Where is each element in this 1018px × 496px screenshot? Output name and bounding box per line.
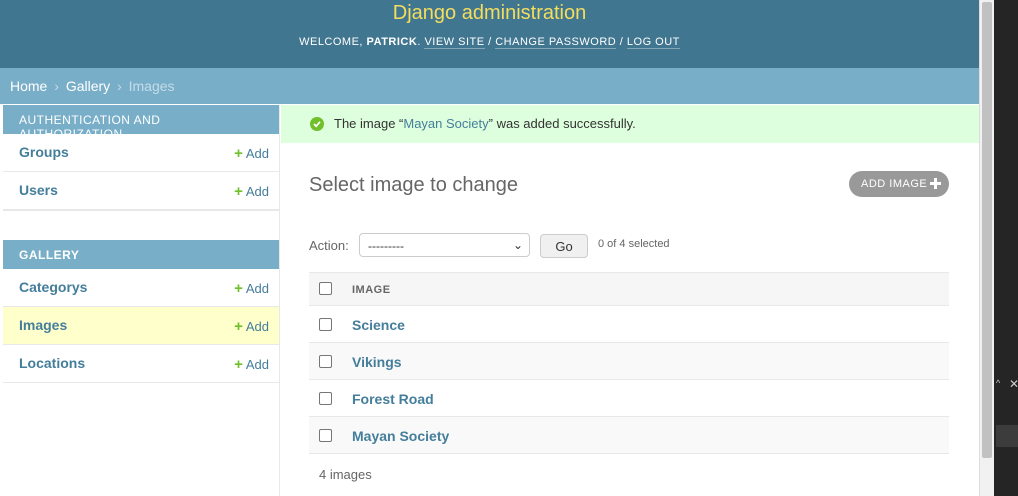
chevron-down-icon: ⌄ bbox=[512, 238, 523, 252]
select-all-checkbox[interactable] bbox=[319, 282, 332, 295]
row-link[interactable]: Science bbox=[352, 317, 405, 333]
chevron-up-icon[interactable]: ^ bbox=[996, 378, 1000, 388]
sidebar-item-images: Images + Add bbox=[3, 307, 279, 345]
success-message: The image “Mayan Society” was added succ… bbox=[281, 105, 979, 143]
add-categorys-link[interactable]: + Add bbox=[234, 280, 269, 297]
add-image-label: Add image bbox=[861, 178, 928, 190]
breadcrumb-gallery[interactable]: Gallery bbox=[66, 78, 110, 94]
welcome-text: Welcome, bbox=[299, 36, 367, 48]
table-row: Science bbox=[309, 306, 949, 343]
module-caption-gallery[interactable]: Gallery bbox=[3, 240, 279, 269]
column-header-image[interactable]: Image bbox=[352, 284, 391, 296]
table-row: Vikings bbox=[309, 343, 949, 380]
change-password-link[interactable]: Change password bbox=[495, 36, 617, 49]
add-users-link[interactable]: + Add bbox=[234, 183, 269, 200]
panel-strip bbox=[996, 425, 1018, 447]
row-checkbox[interactable] bbox=[319, 429, 332, 442]
module-gap bbox=[3, 210, 279, 240]
breadcrumb: Home › Gallery › Images bbox=[0, 68, 979, 104]
action-label: Action: bbox=[309, 238, 349, 253]
row-checkbox[interactable] bbox=[319, 392, 332, 405]
nav-sidebar: Authentication and Authorization Groups … bbox=[3, 105, 280, 496]
sidebar-item-users: Users + Add bbox=[3, 172, 279, 210]
add-image-button[interactable]: Add image bbox=[849, 171, 949, 197]
row-link[interactable]: Forest Road bbox=[352, 391, 434, 407]
plus-icon: + bbox=[234, 356, 243, 373]
add-groups-link[interactable]: + Add bbox=[234, 145, 269, 162]
plus-icon: + bbox=[234, 280, 243, 297]
table-row: Forest Road bbox=[309, 380, 949, 417]
row-link[interactable]: Vikings bbox=[352, 354, 402, 370]
page-scrollbar-thumb[interactable] bbox=[982, 2, 992, 458]
result-list-table: Image Science Vikings Forest Road Mayan … bbox=[309, 272, 949, 454]
sidebar-item-locations: Locations + Add bbox=[3, 345, 279, 383]
separator: / bbox=[616, 36, 627, 48]
breadcrumb-separator: › bbox=[117, 78, 122, 94]
message-object-link[interactable]: Mayan Society bbox=[403, 116, 488, 131]
plus-icon: + bbox=[234, 145, 243, 162]
action-select[interactable]: --------- ⌄ bbox=[359, 233, 530, 257]
paginator: 4 images bbox=[319, 467, 372, 482]
username: Patrick bbox=[366, 36, 418, 48]
sidebar-item-label[interactable]: Users bbox=[19, 182, 58, 198]
admin-page: Django administration Welcome, Patrick. … bbox=[0, 0, 979, 496]
sidebar-item-label[interactable]: Groups bbox=[19, 144, 69, 160]
row-checkbox[interactable] bbox=[319, 318, 332, 331]
add-locations-link[interactable]: + Add bbox=[234, 356, 269, 373]
action-select-value: --------- bbox=[368, 239, 404, 253]
row-link[interactable]: Mayan Society bbox=[352, 428, 449, 444]
plus-icon bbox=[930, 178, 941, 189]
header: Django administration Welcome, Patrick. … bbox=[0, 0, 979, 68]
message-suffix: ” was added successfully. bbox=[488, 116, 636, 131]
breadcrumb-separator: › bbox=[54, 78, 59, 94]
breadcrumb-current: Images bbox=[128, 78, 175, 94]
sidebar-item-label[interactable]: Locations bbox=[19, 355, 85, 371]
table-row: Mayan Society bbox=[309, 417, 949, 454]
breadcrumb-home[interactable]: Home bbox=[10, 78, 47, 94]
sidebar-item-groups: Groups + Add bbox=[3, 134, 279, 172]
plus-icon: + bbox=[234, 183, 243, 200]
view-site-link[interactable]: View site bbox=[424, 36, 485, 49]
add-images-link[interactable]: + Add bbox=[234, 318, 269, 335]
close-icon[interactable]: ✕ bbox=[1009, 377, 1018, 391]
selected-count: 0 of 4 selected bbox=[598, 238, 670, 250]
separator: / bbox=[484, 36, 496, 48]
log-out-link[interactable]: Log out bbox=[626, 36, 680, 49]
site-title[interactable]: Django administration bbox=[0, 2, 979, 25]
sidebar-item-label[interactable]: Categorys bbox=[19, 279, 87, 295]
table-header-row: Image bbox=[309, 272, 949, 306]
checkmark-icon bbox=[310, 117, 324, 131]
user-tools: Welcome, Patrick. View site / Change pas… bbox=[299, 36, 680, 49]
page-title: Select image to change bbox=[309, 174, 519, 196]
sidebar-item-categorys: Categorys + Add bbox=[3, 269, 279, 307]
go-button[interactable]: Go bbox=[540, 234, 588, 258]
side-panel bbox=[994, 0, 1018, 496]
module-caption-auth[interactable]: Authentication and Authorization bbox=[3, 105, 279, 141]
sidebar-item-label[interactable]: Images bbox=[19, 317, 67, 333]
row-checkbox[interactable] bbox=[319, 355, 332, 368]
plus-icon: + bbox=[234, 318, 243, 335]
message-prefix: The image “ bbox=[334, 116, 404, 131]
